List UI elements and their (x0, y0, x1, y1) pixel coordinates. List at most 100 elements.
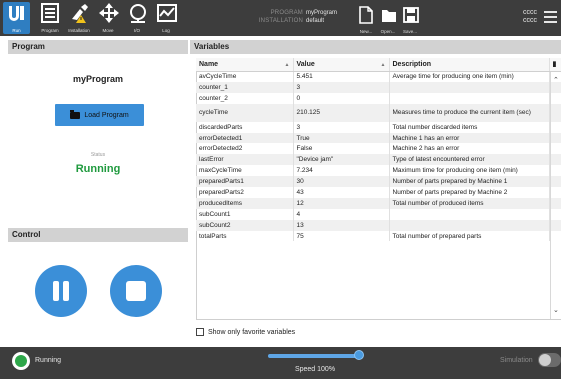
program-tab[interactable]: Program (37, 2, 63, 34)
run-logo-icon (9, 6, 24, 21)
var-value: 0 (293, 92, 390, 104)
var-name: maxCycleTime (196, 165, 294, 177)
run-tab[interactable]: Run (3, 2, 30, 34)
var-description: Maximum time for producing one item (min… (389, 165, 550, 177)
robot-name-line-1: cccc (523, 9, 537, 16)
var-name: discardedParts (196, 121, 294, 133)
var-description: Total number discarded items (389, 121, 550, 133)
table-header-row: Name ▲ Value ▲ Description ▮ (196, 58, 561, 72)
table-row[interactable]: subCount1 4 (196, 208, 561, 220)
robot-name-line-2: cccc (523, 17, 537, 24)
table-row[interactable]: counter_1 3 (196, 81, 561, 93)
table-row[interactable]: subCount2 13 (196, 219, 561, 231)
program-name: myProgram (72, 74, 124, 84)
var-name: preparedParts1 (196, 176, 294, 188)
program-panel-header: Program (8, 40, 188, 54)
installation-icon (72, 4, 88, 23)
favorite-column-icon[interactable]: ▮ (549, 58, 561, 72)
sort-icon: ▲ (380, 61, 386, 68)
program-value: myProgram (306, 10, 338, 16)
speed-slider[interactable] (268, 354, 360, 358)
program-info: PROGRAM myProgram INSTALLATION default (240, 9, 350, 25)
var-name: counter_1 (196, 81, 294, 93)
status-label: Status (90, 152, 106, 158)
footer-status: Running (35, 357, 62, 364)
var-value: True (293, 132, 390, 144)
installation-tab[interactable]: Installation (66, 2, 92, 34)
table-row[interactable]: producedItems 12 Total number of produced … (196, 197, 561, 209)
hamburger-menu-icon[interactable] (544, 11, 557, 24)
pause-button[interactable] (35, 265, 87, 317)
favorite-checkbox[interactable] (196, 328, 204, 336)
save-button[interactable]: Save... (399, 4, 421, 34)
column-header-value[interactable]: Value ▲ (293, 58, 390, 72)
var-value: 7.234 (293, 165, 390, 177)
log-tab[interactable]: Log (153, 2, 179, 34)
var-value: 3 (293, 81, 390, 93)
var-name: avCycleTime (196, 71, 294, 82)
var-name: cycleTime (196, 103, 294, 122)
table-row[interactable]: errorDetected1 True Machine 1 has an error (196, 132, 561, 144)
stop-button[interactable] (110, 265, 162, 317)
installation-key: INSTALLATION (258, 18, 303, 24)
power-status-button[interactable] (12, 352, 30, 370)
column-name-label: Name (199, 60, 219, 68)
table-row[interactable]: preparedParts2 43 Number of parts prepared… (196, 187, 561, 198)
var-value: 30 (293, 176, 390, 188)
status-value: Running (75, 163, 121, 175)
var-description: Type of latest encountered error (389, 154, 550, 166)
column-header-name[interactable]: Name ▲ (196, 58, 294, 72)
table-row[interactable]: maxCycleTime 7.234 Maximum time for produc… (196, 165, 561, 177)
power-status-icon (15, 355, 27, 367)
simulation-toggle-knob (539, 354, 551, 366)
var-description: Machine 1 has an error (389, 132, 550, 144)
favorite-filter[interactable]: Show only favorite variables (196, 328, 295, 336)
table-row[interactable]: preparedParts1 30 Number of parts prepared… (196, 176, 561, 188)
var-description: Total number of produced items (389, 197, 550, 209)
speed-slider-handle[interactable] (354, 350, 364, 360)
table-row[interactable]: lastError "Device jam" Type of latest enco… (196, 154, 561, 166)
program-icon (41, 3, 59, 23)
var-description: Number of parts prepared by Machine 1 (389, 176, 550, 188)
log-tab-label: Log (162, 28, 170, 33)
open-button[interactable]: Open... (377, 4, 399, 34)
table-row[interactable]: errorDetected2 False Machine 2 has an erro… (196, 143, 561, 155)
run-tab-label: Run (12, 28, 21, 33)
pause-icon (53, 281, 59, 301)
control-panel-header: Control (8, 228, 188, 242)
move-tab[interactable]: Move (95, 2, 121, 34)
table-row[interactable]: avCycleTime 5.451 Average time for produci… (196, 71, 561, 82)
var-description: Machine 2 has an error (389, 143, 550, 155)
scroll-down-icon[interactable]: ⌄ (553, 306, 559, 314)
simulation-toggle[interactable] (538, 353, 561, 367)
var-description (389, 208, 550, 220)
var-value: 210.125 (293, 103, 390, 122)
speed-label: Speed 100% (294, 366, 336, 373)
var-description: Total number of prepared parts (389, 230, 550, 242)
var-value: 75 (293, 230, 390, 242)
load-program-button[interactable]: Load Program (55, 104, 144, 126)
var-value: "Device jam" (293, 154, 390, 166)
table-row[interactable]: discardedParts 3 Total number discarded it… (196, 121, 561, 133)
var-value: False (293, 143, 390, 155)
robot-name: cccc cccc (523, 9, 537, 25)
variables-panel-header: Variables (190, 40, 561, 54)
var-description (389, 219, 550, 231)
scroll-up-icon[interactable]: ⌃ (553, 76, 559, 84)
table-scrollbar[interactable] (550, 72, 561, 319)
table-row[interactable]: counter_2 0 (196, 92, 561, 104)
open-folder-icon (382, 10, 396, 22)
var-description (389, 81, 550, 93)
table-row[interactable]: totalParts 75 Total number of prepared par… (196, 230, 561, 242)
new-button[interactable]: New... (355, 4, 377, 34)
var-name: counter_2 (196, 92, 294, 104)
stop-icon (126, 281, 146, 301)
pause-icon-bar (63, 281, 69, 301)
sort-icon: ▲ (284, 61, 290, 68)
column-header-description[interactable]: Description (389, 58, 550, 72)
var-description: Average time for producing one item (min… (389, 71, 550, 82)
favorite-checkbox-label: Show only favorite variables (208, 328, 296, 336)
table-row[interactable]: cycleTime 210.125 Measures time to produce… (196, 103, 561, 122)
simulation-label: Simulation (500, 357, 533, 364)
io-tab[interactable]: I/O (124, 2, 150, 34)
